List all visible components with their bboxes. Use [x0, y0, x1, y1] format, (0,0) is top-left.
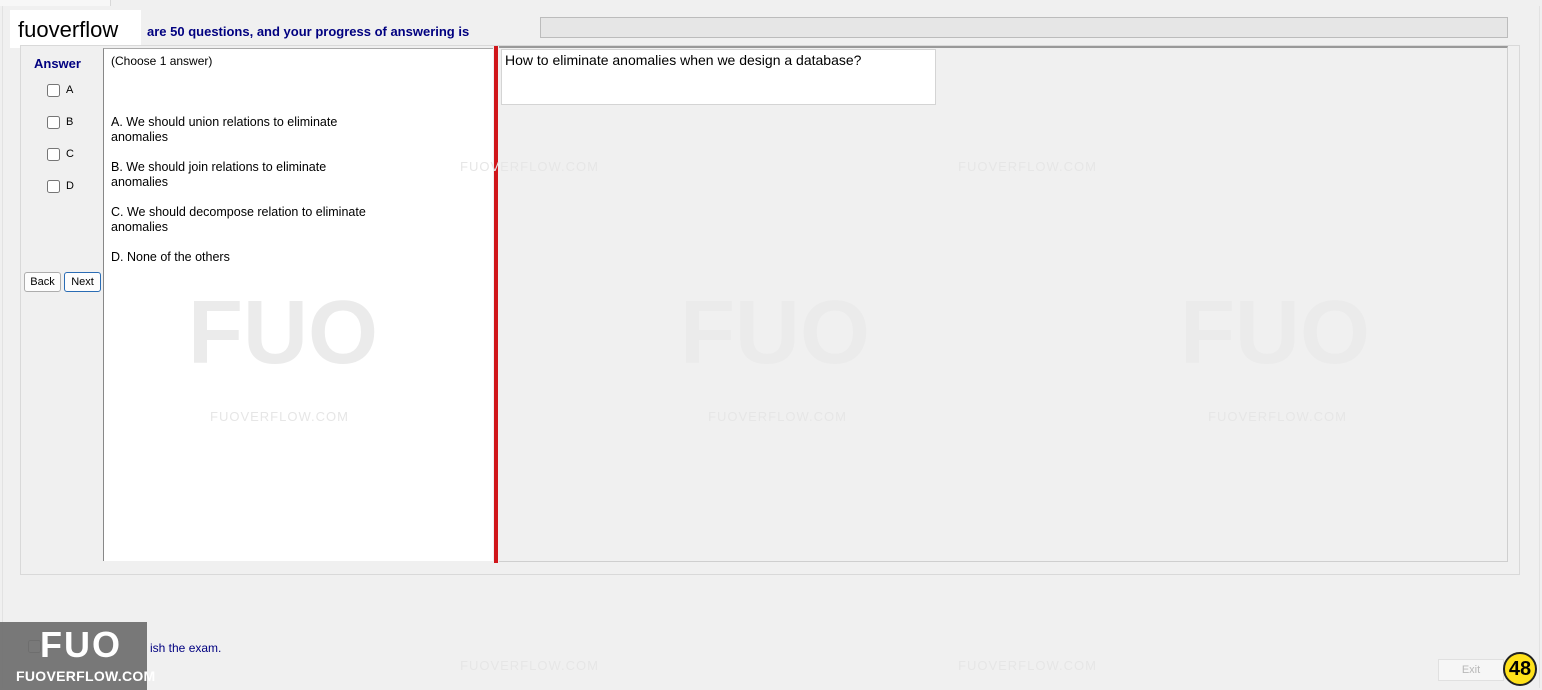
choice-text-d: D. None of the others: [111, 250, 230, 264]
answer-option-a[interactable]: A: [47, 82, 73, 98]
choice-text-b: B. We should join relations to eliminate…: [111, 160, 327, 189]
page-number-badge: 48: [1503, 652, 1537, 686]
watermark-logo: FUO: [188, 283, 378, 383]
brand-name: fuoverflow: [18, 17, 119, 42]
answer-checkbox-c[interactable]: [47, 147, 60, 161]
answer-checkbox-b[interactable]: [47, 115, 60, 129]
answer-option-label: B: [66, 116, 74, 128]
watermark: FUOVERFLOW.COM: [958, 159, 1097, 174]
answer-checkbox-a[interactable]: [47, 83, 60, 97]
back-button[interactable]: Back: [24, 272, 61, 292]
next-button[interactable]: Next: [64, 272, 101, 292]
answer-option-label: A: [66, 84, 74, 96]
exit-button[interactable]: Exit: [1438, 659, 1504, 681]
progress-bar: [540, 17, 1508, 38]
progress-label: are 50 questions, and your progress of a…: [147, 24, 470, 39]
watermark: FUOVERFLOW.COM: [1208, 409, 1347, 424]
fuo-logo-mark: FUO: [40, 624, 122, 665]
choose-hint: (Choose 1 answer): [111, 54, 213, 68]
answer-option-label: C: [66, 148, 74, 160]
answer-option-d[interactable]: D: [47, 178, 74, 194]
answer-option-b[interactable]: B: [47, 114, 73, 130]
choice-text-a: A. We should union relations to eliminat…: [111, 115, 338, 144]
watermark: FUOVERFLOW.COM: [460, 658, 599, 673]
watermark-logo: FUO: [680, 283, 870, 383]
choice-text-c: C. We should decompose relation to elimi…: [111, 205, 366, 234]
answer-checkbox-d[interactable]: [47, 179, 60, 193]
watermark: FUOVERFLOW.COM: [708, 409, 847, 424]
answer-option-label: D: [66, 180, 74, 192]
question-text: How to eliminate anomalies when we desig…: [505, 52, 862, 68]
watermark: FUOVERFLOW.COM: [210, 409, 349, 424]
answer-title: Answer: [34, 56, 81, 71]
answer-option-c[interactable]: C: [47, 146, 74, 162]
watermark-logo: FUO: [1180, 283, 1370, 383]
pane-splitter[interactable]: [494, 46, 498, 563]
finish-exam-label: ish the exam.: [150, 641, 222, 655]
fuo-logo-url: FUOVERFLOW.COM: [16, 668, 156, 684]
watermark: FUOVERFLOW.COM: [958, 658, 1097, 673]
watermark: FUOVERFLOW.COM: [460, 159, 599, 174]
